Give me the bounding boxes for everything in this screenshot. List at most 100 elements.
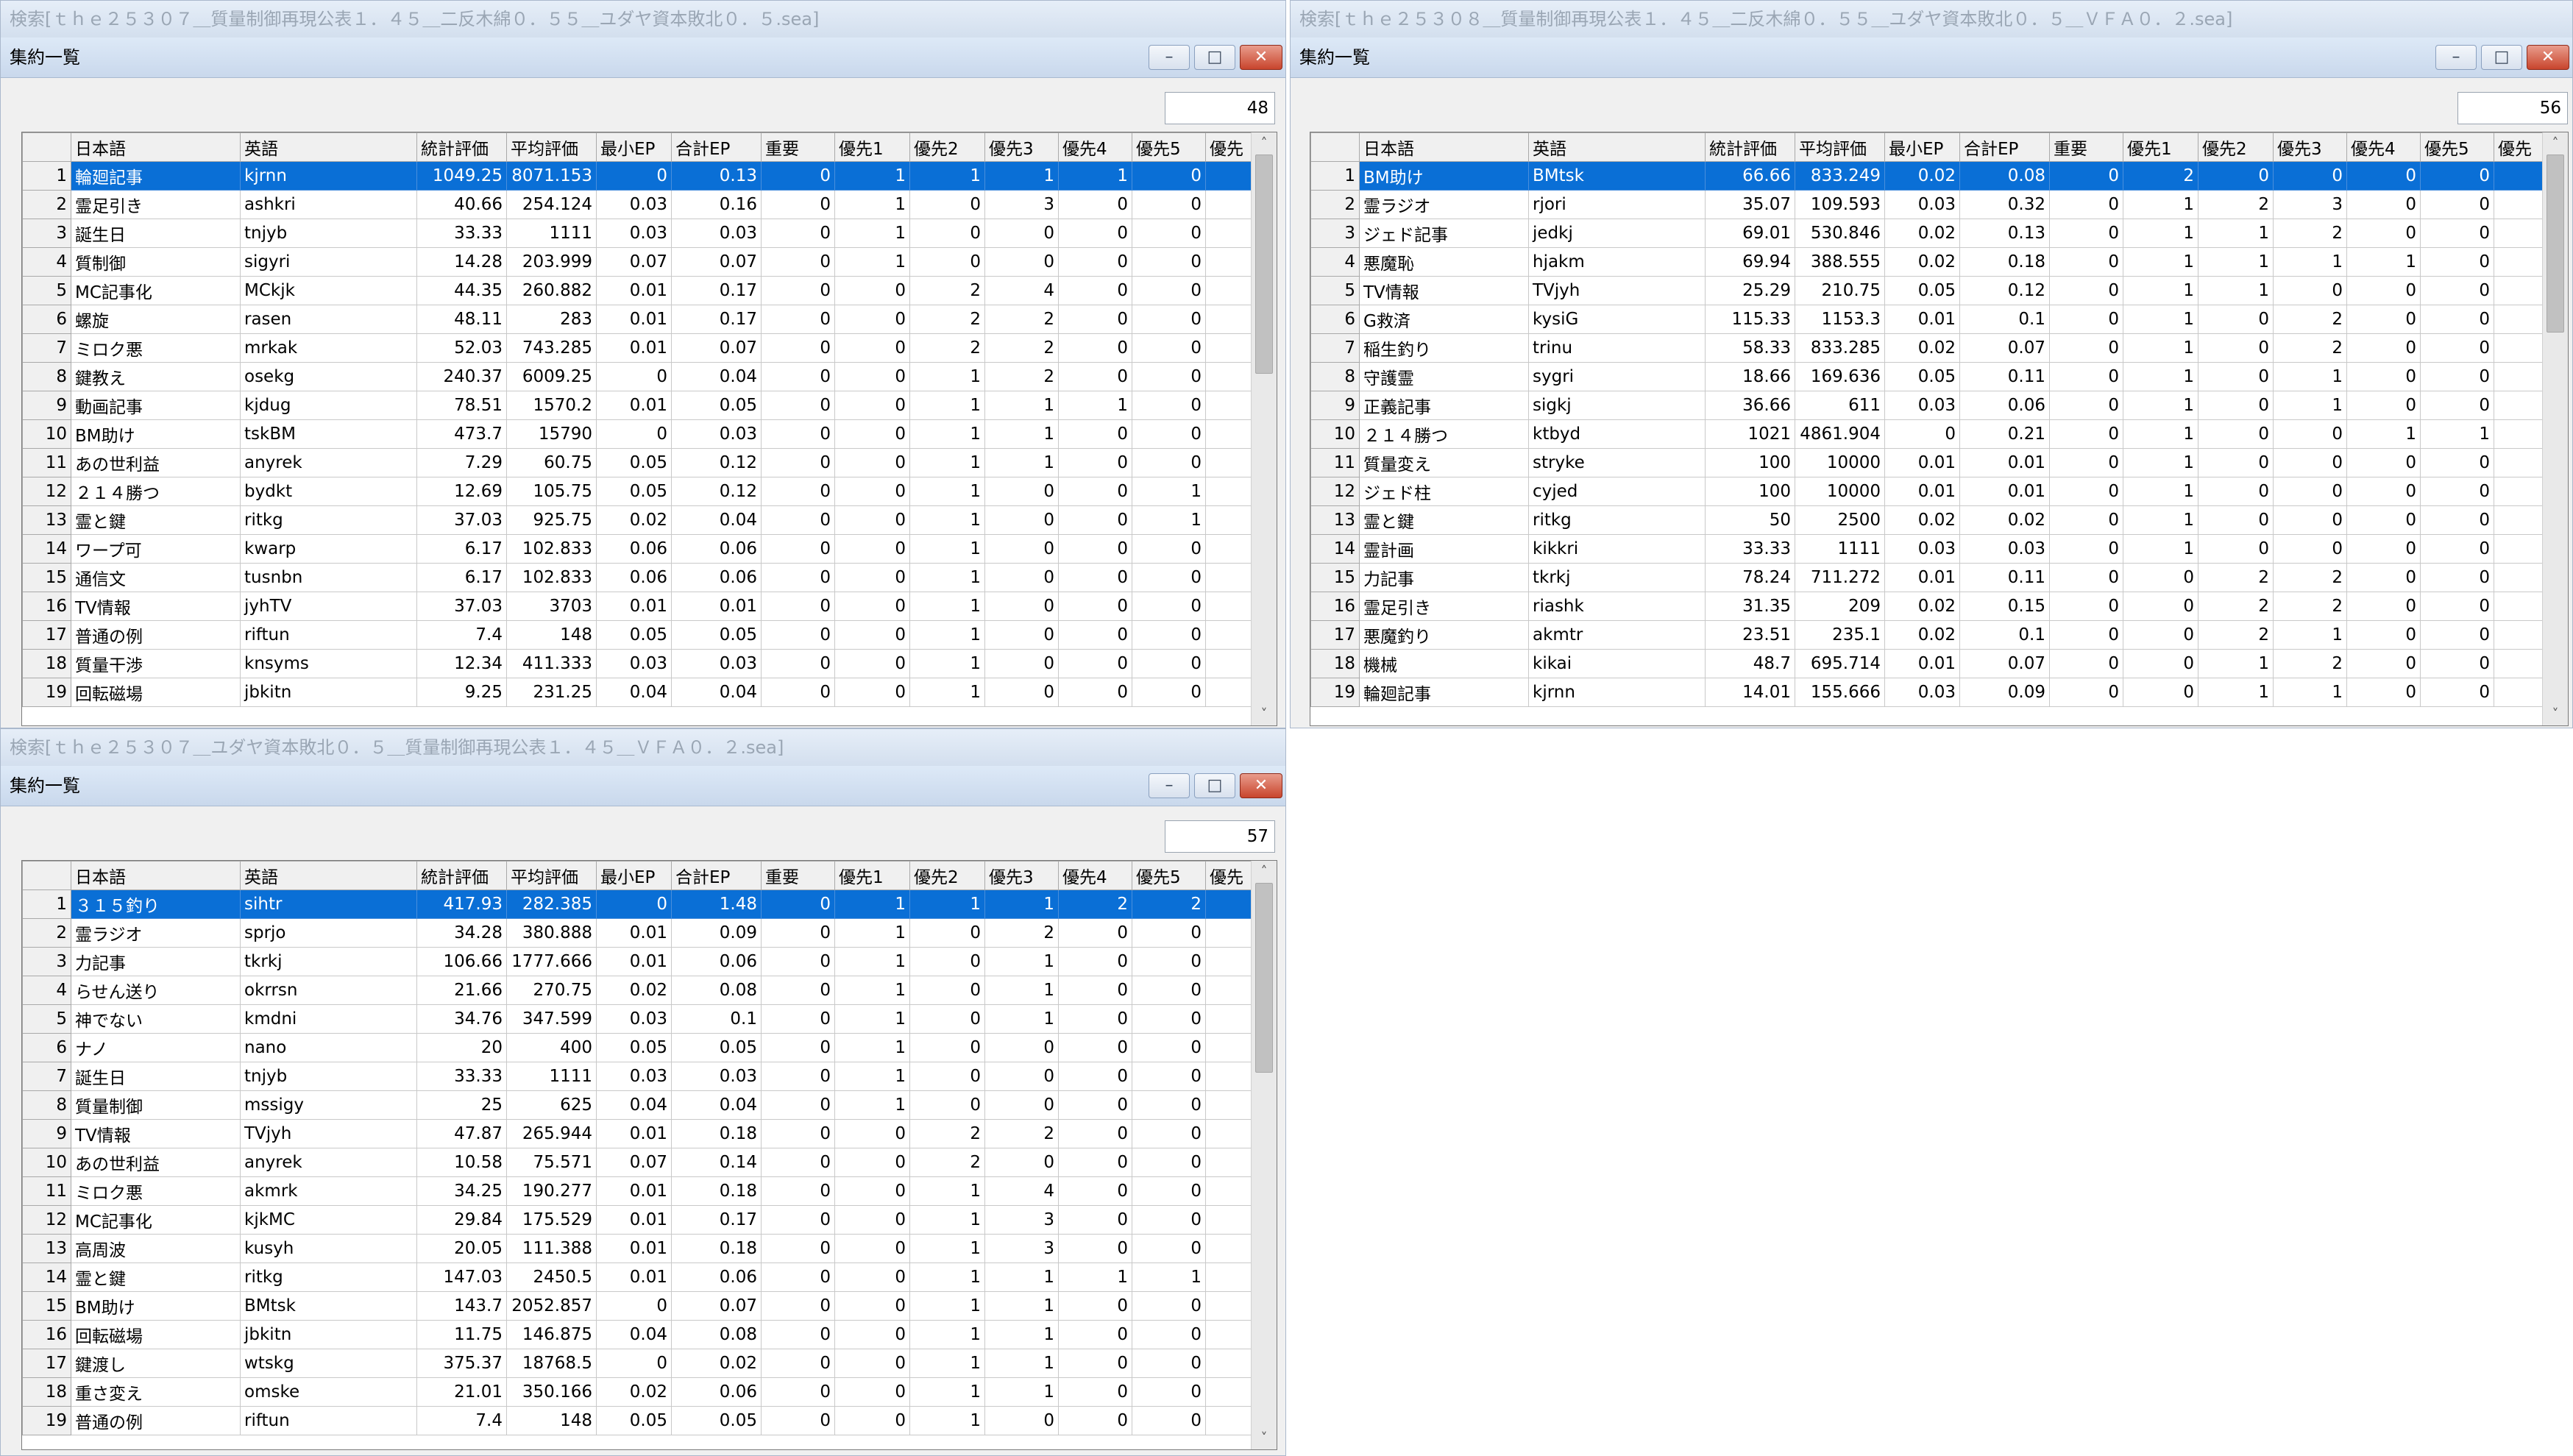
cell-avg-eval[interactable]: 388.555	[1795, 247, 1885, 277]
cell-prio4[interactable]: 0	[2346, 391, 2421, 420]
cell-prio5[interactable]: 0	[2420, 563, 2494, 592]
cell-prio1[interactable]: 0	[2123, 678, 2198, 707]
cell-row-number[interactable]: 7	[1310, 333, 1360, 363]
cell-prio3[interactable]: 0	[2273, 161, 2347, 191]
cell-prio5[interactable]: 0	[1132, 1377, 1206, 1407]
cell-min-ep[interactable]: 0.01	[596, 1119, 672, 1148]
cell-important[interactable]: 0	[2049, 505, 2123, 535]
cell-prio2[interactable]: 0	[909, 918, 985, 948]
cell-prio4[interactable]: 0	[1058, 247, 1132, 277]
cell-avg-eval[interactable]: 109.593	[1795, 190, 1885, 219]
cell-important[interactable]: 0	[761, 305, 835, 334]
cell-avg-eval[interactable]: 75.571	[506, 1148, 597, 1177]
cell-prio2[interactable]: 1	[2198, 276, 2274, 305]
cell-prio5[interactable]: 0	[2420, 362, 2494, 391]
cell-japanese[interactable]: 力記事	[71, 947, 241, 976]
cell-prio4[interactable]: 0	[2346, 333, 2421, 363]
column-header-total-ep[interactable]: 合計EP	[671, 132, 762, 162]
cell-english[interactable]: osekg	[240, 362, 417, 391]
column-header-avg-eval[interactable]: 平均評価	[506, 132, 597, 162]
cell-stat-eval[interactable]: 375.37	[416, 1349, 507, 1378]
cell-stat-eval[interactable]: 417.93	[416, 889, 507, 919]
cell-stat-eval[interactable]: 52.03	[416, 333, 507, 363]
table-row[interactable]: 10 ２１４勝つ ktbyd 1021 4861.904 0 0.21 0 1 0 0 1 1	[1310, 419, 2553, 449]
cell-prio4[interactable]: 0	[1058, 918, 1132, 948]
cell-row-number[interactable]: 12	[1310, 477, 1360, 506]
cell-prio5[interactable]: 0	[1132, 947, 1206, 976]
summary-grid[interactable]: 日本語 英語 統計評価 平均評価 最小EP 合計EP 重要 優先1 優先2 優先3 優先4 優先5 優先…	[21, 132, 1277, 726]
cell-min-ep[interactable]: 0.02	[596, 976, 672, 1005]
cell-prio3[interactable]: 1	[2273, 362, 2347, 391]
close-button[interactable]: ✕	[1240, 45, 1282, 70]
cell-japanese[interactable]: TV情報	[1359, 276, 1529, 305]
cell-min-ep[interactable]: 0.01	[1884, 649, 1960, 678]
cell-prio3[interactable]: 0	[2273, 419, 2347, 449]
cell-important[interactable]: 0	[2049, 649, 2123, 678]
cell-stat-eval[interactable]: 31.35	[1705, 592, 1795, 621]
cell-english[interactable]: BMtsk	[1528, 161, 1706, 191]
cell-stat-eval[interactable]: 7.4	[416, 1406, 507, 1435]
cell-prio1[interactable]: 1	[834, 1033, 910, 1062]
cell-japanese[interactable]: ３１５釣り	[71, 889, 241, 919]
table-row[interactable]: 16 回転磁場 jbkitn 11.75 146.875 0.04 0.08 0 0 1 1 0 0	[22, 1320, 1265, 1349]
table-row[interactable]: 13 霊と鍵 ritkg 50 2500 0.02 0.02 0 1 0 0 0 0	[1310, 505, 2553, 535]
cell-important[interactable]: 0	[2049, 419, 2123, 449]
maximize-button[interactable]: □	[2481, 45, 2522, 70]
cell-english[interactable]: MCkjk	[240, 276, 417, 305]
cell-prio4[interactable]: 0	[2346, 620, 2421, 650]
cell-row-number[interactable]: 4	[1310, 247, 1360, 277]
cell-english[interactable]: bydkt	[240, 477, 417, 506]
cell-avg-eval[interactable]: 210.75	[1795, 276, 1885, 305]
cell-stat-eval[interactable]: 12.69	[416, 477, 507, 506]
cell-english[interactable]: riftun	[240, 1406, 417, 1435]
cell-important[interactable]: 0	[2049, 190, 2123, 219]
cell-total-ep[interactable]: 0.07	[1959, 333, 2050, 363]
cell-important[interactable]: 0	[2049, 161, 2123, 191]
cell-prio2[interactable]: 0	[2198, 362, 2274, 391]
scroll-thumb[interactable]	[1255, 155, 1273, 374]
table-row[interactable]: 7 ミロク悪 mrkak 52.03 743.285 0.01 0.07 0 0 2 2 0 0	[22, 333, 1265, 363]
count-box[interactable]: 57	[1165, 820, 1275, 853]
cell-prio5[interactable]: 0	[1132, 276, 1206, 305]
summary-grid[interactable]: 日本語 英語 統計評価 平均評価 最小EP 合計EP 重要 優先1 優先2 優先3 優先4 優先5 優先…	[1310, 132, 2569, 726]
table-row[interactable]: 14 ワープ可 kwarp 6.17 102.833 0.06 0.06 0 0 1 0 0 0	[22, 534, 1265, 564]
cell-avg-eval[interactable]: 1111	[506, 219, 597, 248]
cell-min-ep[interactable]: 0	[596, 1291, 672, 1321]
cell-important[interactable]: 0	[761, 161, 835, 191]
cell-row-number[interactable]: 12	[22, 477, 71, 506]
cell-prio3[interactable]: 0	[984, 247, 1059, 277]
cell-avg-eval[interactable]: 1777.666	[506, 947, 597, 976]
cell-english[interactable]: tskBM	[240, 419, 417, 449]
cell-avg-eval[interactable]: 3703	[506, 592, 597, 621]
cell-row-number[interactable]: 6	[22, 305, 71, 334]
table-row[interactable]: 11 質量変え stryke 100 10000 0.01 0.01 0 1 0 0 0 0	[1310, 448, 2553, 477]
cell-english[interactable]: anyrek	[240, 1148, 417, 1177]
cell-english[interactable]: kusyh	[240, 1234, 417, 1263]
cell-prio4[interactable]: 0	[1058, 563, 1132, 592]
cell-prio4[interactable]: 2	[1058, 889, 1132, 919]
cell-important[interactable]: 0	[2049, 391, 2123, 420]
cell-prio1[interactable]: 1	[2123, 477, 2198, 506]
cell-min-ep[interactable]: 0.02	[1884, 333, 1960, 363]
cell-min-ep[interactable]: 0.01	[596, 333, 672, 363]
cell-english[interactable]: ashkri	[240, 190, 417, 219]
cell-important[interactable]: 0	[2049, 305, 2123, 334]
cell-min-ep[interactable]: 0.03	[596, 649, 672, 678]
cell-prio3[interactable]: 0	[2273, 448, 2347, 477]
cell-prio3[interactable]: 2	[984, 918, 1059, 948]
cell-prio2[interactable]: 2	[909, 276, 985, 305]
cell-prio2[interactable]: 1	[909, 889, 985, 919]
cell-prio5[interactable]: 0	[2420, 161, 2494, 191]
minimize-button[interactable]: –	[1149, 773, 1190, 798]
cell-english[interactable]: TVjyh	[1528, 276, 1706, 305]
cell-total-ep[interactable]: 0.1	[1959, 305, 2050, 334]
cell-total-ep[interactable]: 0.07	[671, 1291, 762, 1321]
cell-total-ep[interactable]: 0.04	[671, 505, 762, 535]
column-header-prio3[interactable]: 優先3	[984, 861, 1059, 890]
cell-total-ep[interactable]: 0.01	[1959, 477, 2050, 506]
cell-prio1[interactable]: 0	[834, 1263, 910, 1292]
cell-avg-eval[interactable]: 148	[506, 1406, 597, 1435]
cell-total-ep[interactable]: 0.03	[671, 1062, 762, 1091]
table-row[interactable]: 18 機械 kikai 48.7 695.714 0.01 0.07 0 0 1 2 0 0	[1310, 649, 2553, 678]
cell-min-ep[interactable]: 0.03	[596, 1004, 672, 1034]
